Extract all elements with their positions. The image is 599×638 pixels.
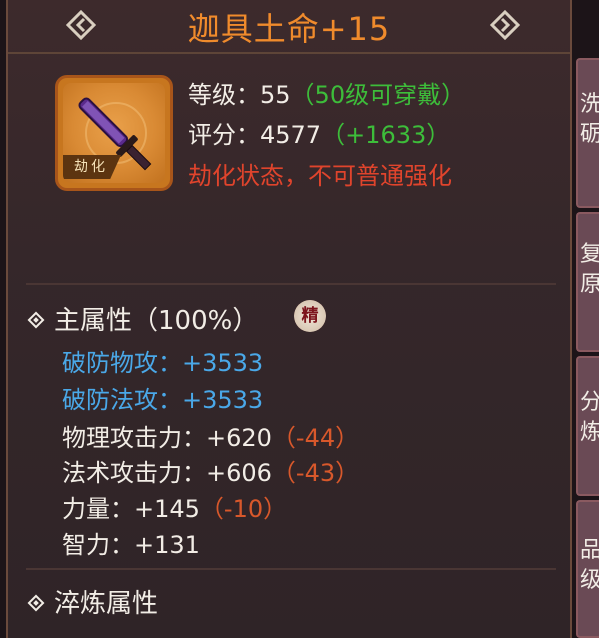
side-tab-char: 复 <box>578 240 599 270</box>
attr-row: 力量：+145（-10） <box>62 489 287 524</box>
attr-delta: （-43） <box>271 459 360 487</box>
diamond-icon <box>27 594 45 612</box>
refine-attr-title: 淬炼属性 <box>54 589 159 619</box>
attr-row: 物理攻击力：+620（-44） <box>62 418 359 453</box>
divider <box>26 283 556 285</box>
attr-row: 破防物攻：+3533 <box>62 343 263 378</box>
side-tab-char: 炼 <box>578 418 599 448</box>
side-tab-restore[interactable]: 复 原 <box>576 212 599 352</box>
score-value: 4577 <box>260 121 322 149</box>
attr-label: 法术攻击力： <box>62 459 206 487</box>
side-tab-grade[interactable]: 品 级 <box>576 500 599 638</box>
level-label: 等级： <box>188 81 260 109</box>
equipment-detail-panel: 迦具土命+15 劫化 等级：55（50级可穿戴） 评分：4577（+1633） … <box>6 0 572 638</box>
score-label: 评分： <box>188 121 260 149</box>
side-tab-char: 洗 <box>578 90 599 120</box>
side-tab-split[interactable]: 分 炼 <box>576 356 599 496</box>
side-tab-wash[interactable]: 洗 砺 <box>576 58 599 208</box>
diamond-icon <box>27 311 45 329</box>
main-attr-heading: 主属性（100%） <box>27 300 259 337</box>
side-tab-char: 原 <box>578 270 599 300</box>
title-bar: 迦具土命+15 <box>8 0 570 54</box>
refined-badge[interactable]: 精 <box>294 300 326 332</box>
attr-label: 破防法攻： <box>62 386 182 414</box>
divider <box>26 568 556 570</box>
level-line: 等级：55（50级可穿戴） <box>188 75 465 110</box>
attr-row: 破防法攻：+3533 <box>62 380 263 415</box>
attr-label: 物理攻击力： <box>62 424 206 452</box>
item-icon-frame[interactable]: 劫化 <box>55 75 173 191</box>
attr-row: 智力：+131 <box>62 525 200 560</box>
level-note: （50级可穿戴） <box>290 81 466 109</box>
item-icon: 劫化 <box>63 83 165 183</box>
score-line: 评分：4577（+1633） <box>188 115 450 150</box>
side-tab-char: 砺 <box>578 120 599 150</box>
refine-attr-heading: 淬炼属性 <box>27 583 159 620</box>
attr-row: 法术攻击力：+606（-43） <box>62 453 359 488</box>
attr-value: +620 <box>206 424 272 452</box>
attr-value: +3533 <box>182 386 264 414</box>
attr-delta: （-10） <box>199 495 288 523</box>
attr-value: +606 <box>206 459 272 487</box>
side-tab-char: 分 <box>578 388 599 418</box>
side-tab-char: 品 <box>578 536 599 566</box>
main-attr-title: 主属性（100%） <box>54 306 259 336</box>
attr-value: +3533 <box>182 349 264 377</box>
attr-value: +145 <box>134 495 200 523</box>
attr-label: 力量： <box>62 495 134 523</box>
score-delta: （+1633） <box>321 121 451 149</box>
attr-delta: （-44） <box>271 424 360 452</box>
next-item-button[interactable] <box>489 9 521 41</box>
attr-value: +131 <box>134 531 200 559</box>
level-value: 55 <box>260 81 291 109</box>
attr-label: 破防物攻： <box>62 349 182 377</box>
item-name: 迦具土命+15 <box>187 10 391 48</box>
attr-label: 智力： <box>62 531 134 559</box>
chevron-right-icon <box>489 9 521 41</box>
side-tab-char: 级 <box>578 566 599 596</box>
status-text: 劫化状态，不可普通强化 <box>188 162 452 190</box>
